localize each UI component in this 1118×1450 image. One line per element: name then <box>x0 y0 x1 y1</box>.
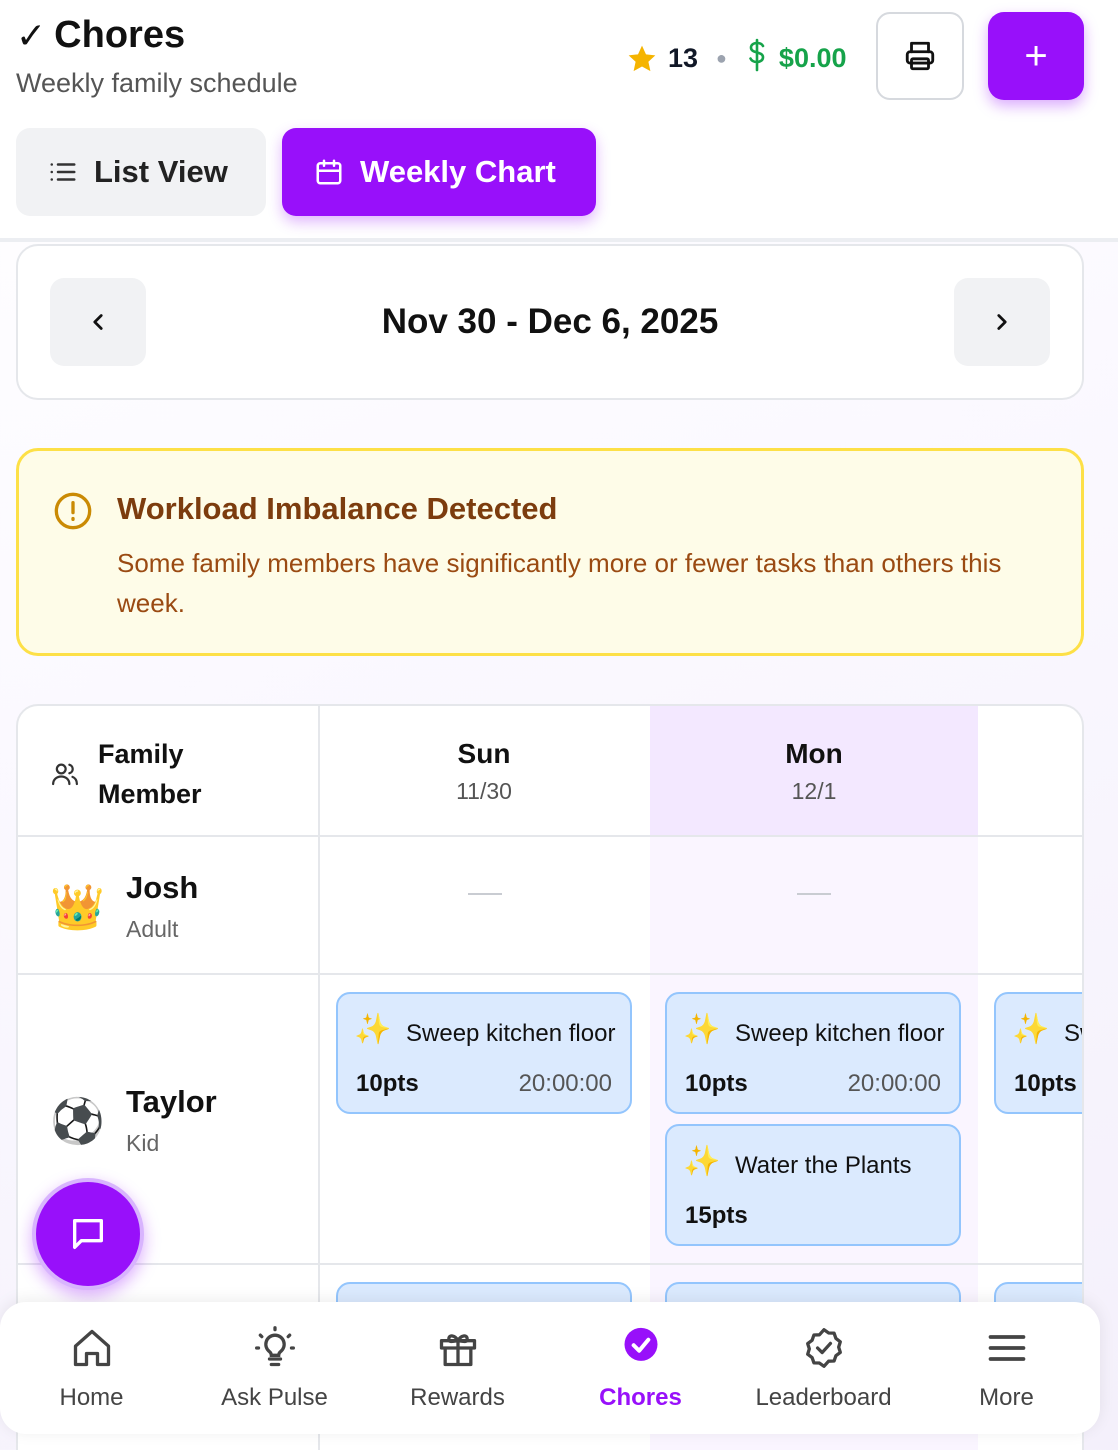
checkmark-icon: ✓ <box>16 14 47 56</box>
bottom-navigation: Home Ask Pulse Rewards Chores Leaderboar… <box>0 1302 1100 1434</box>
printer-icon <box>905 41 935 71</box>
chore-card[interactable]: ✨ Water the Plants 15pts <box>665 1124 961 1246</box>
nav-home-label: Home <box>59 1384 124 1411</box>
day-header-sun: Sun 11/30 <box>320 738 648 805</box>
day-name: Sun <box>457 738 511 769</box>
chore-card[interactable]: ✨ Sweep kitchen floor 10pts 20:00:00 <box>336 992 632 1114</box>
points-count: 13 <box>668 43 699 73</box>
member-taylor: ⚽ Taylor Kid <box>50 1084 217 1157</box>
chat-button[interactable] <box>32 1178 144 1290</box>
alert-title: Workload Imbalance Detected <box>117 491 558 526</box>
tab-list-view-label: List View <box>94 154 228 189</box>
page-header: ✓ Chores Weekly family schedule 13 ● $0.… <box>0 0 1118 242</box>
day-date: 11/30 <box>456 778 512 804</box>
next-week-button[interactable] <box>954 278 1050 366</box>
lightbulb-icon <box>254 1326 295 1367</box>
week-navigator: Nov 30 - Dec 6, 2025 <box>16 244 1084 400</box>
nav-more[interactable]: More <box>915 1302 1098 1434</box>
list-icon <box>50 163 76 181</box>
sparkles-icon: ✨ <box>683 1013 721 1046</box>
member-josh: 👑 Josh Adult <box>50 870 198 943</box>
chore-name: Sweep kitchen floor <box>735 1020 945 1047</box>
alert-message: Some family members have significantly m… <box>117 548 1002 618</box>
chore-card[interactable]: ✨ Sweep kitchen floor 10pts 20:00:00 <box>665 992 961 1114</box>
week-range-label: Nov 30 - Dec 6, 2025 <box>381 302 719 341</box>
chore-name: Sweep kitchen floor <box>406 1020 616 1047</box>
message-square-icon <box>73 1219 104 1249</box>
member-role: Adult <box>126 916 179 942</box>
member-name: Taylor <box>126 1084 217 1119</box>
nav-leaderboard[interactable]: Leaderboard <box>732 1302 915 1434</box>
nav-ask-pulse-label: Ask Pulse <box>221 1384 328 1411</box>
chore-name: Sweep kitchen floor <box>1064 1020 1082 1047</box>
print-button[interactable] <box>876 12 964 100</box>
chore-points: 10pts <box>685 1070 748 1097</box>
member-column-header-label: Family Member <box>98 739 202 809</box>
sparkles-icon: ✨ <box>683 1145 721 1178</box>
row-divider <box>18 1263 1082 1265</box>
tab-list-view[interactable]: List View <box>16 128 266 216</box>
chore-card[interactable]: ✨ Sweep kitchen floor 10pts <box>994 992 1082 1114</box>
day-name: Mon <box>785 738 843 769</box>
tab-weekly-chart[interactable]: Weekly Chart <box>282 128 596 216</box>
member-role: Kid <box>126 1130 160 1156</box>
badge-check-icon <box>805 1328 842 1368</box>
money-amount: $0.00 <box>778 43 847 73</box>
plus-icon: + <box>1024 33 1048 78</box>
stats-summary: 13 ● $0.00 <box>626 38 847 79</box>
menu-icon <box>988 1335 1025 1361</box>
empty-cell-dash <box>468 893 502 895</box>
money-balance: $0.00 <box>745 38 847 79</box>
empty-cell-dash <box>797 893 831 895</box>
chevron-right-icon <box>997 314 1007 330</box>
tab-weekly-chart-label: Weekly Chart <box>360 154 556 189</box>
nav-leaderboard-label: Leaderboard <box>755 1384 892 1411</box>
users-icon <box>52 763 78 786</box>
star-icon <box>626 43 658 75</box>
sparkles-icon: ✨ <box>1012 1013 1050 1046</box>
dollar-icon <box>745 38 769 79</box>
view-toggle: List View Weekly Chart <box>16 128 596 216</box>
workload-alert: Workload Imbalance Detected Some family … <box>16 448 1084 656</box>
chore-points: 10pts <box>356 1070 419 1097</box>
member-column-header: Family Member <box>50 734 218 814</box>
page-title: ✓ Chores <box>16 14 185 57</box>
page-title-text: Chores <box>54 14 186 56</box>
gift-icon <box>439 1334 476 1367</box>
chore-name: Water the Plants <box>735 1152 912 1179</box>
nav-rewards[interactable]: Rewards <box>366 1302 549 1434</box>
chore-time: 20:00:00 <box>518 1070 612 1097</box>
chore-points: 15pts <box>685 1202 748 1229</box>
add-chore-button[interactable]: + <box>988 12 1084 100</box>
calendar-icon <box>316 159 342 185</box>
soccer-ball-avatar-icon: ⚽ <box>50 1096 105 1146</box>
day-header-mon: Mon 12/1 <box>650 738 978 805</box>
row-divider <box>18 835 1082 837</box>
home-icon <box>73 1329 110 1367</box>
chore-points: 10pts <box>1014 1070 1077 1097</box>
page-subtitle: Weekly family schedule <box>16 68 298 98</box>
check-circle-icon <box>624 1327 657 1361</box>
separator-dot: ● <box>716 48 727 68</box>
nav-ask-pulse[interactable]: Ask Pulse <box>183 1302 366 1434</box>
nav-home[interactable]: Home <box>0 1302 183 1434</box>
day-date: 12/1 <box>791 778 837 804</box>
nav-rewards-label: Rewards <box>410 1384 505 1411</box>
row-divider <box>18 973 1082 975</box>
nav-chores[interactable]: Chores <box>549 1302 732 1434</box>
sparkles-icon: ✨ <box>354 1013 392 1046</box>
alert-circle-icon <box>53 491 93 536</box>
chore-time: 20:00:00 <box>847 1070 941 1097</box>
nav-chores-label: Chores <box>599 1384 682 1411</box>
crown-avatar-icon: 👑 <box>50 882 105 932</box>
nav-more-label: More <box>979 1384 1034 1411</box>
member-name: Josh <box>126 870 199 905</box>
